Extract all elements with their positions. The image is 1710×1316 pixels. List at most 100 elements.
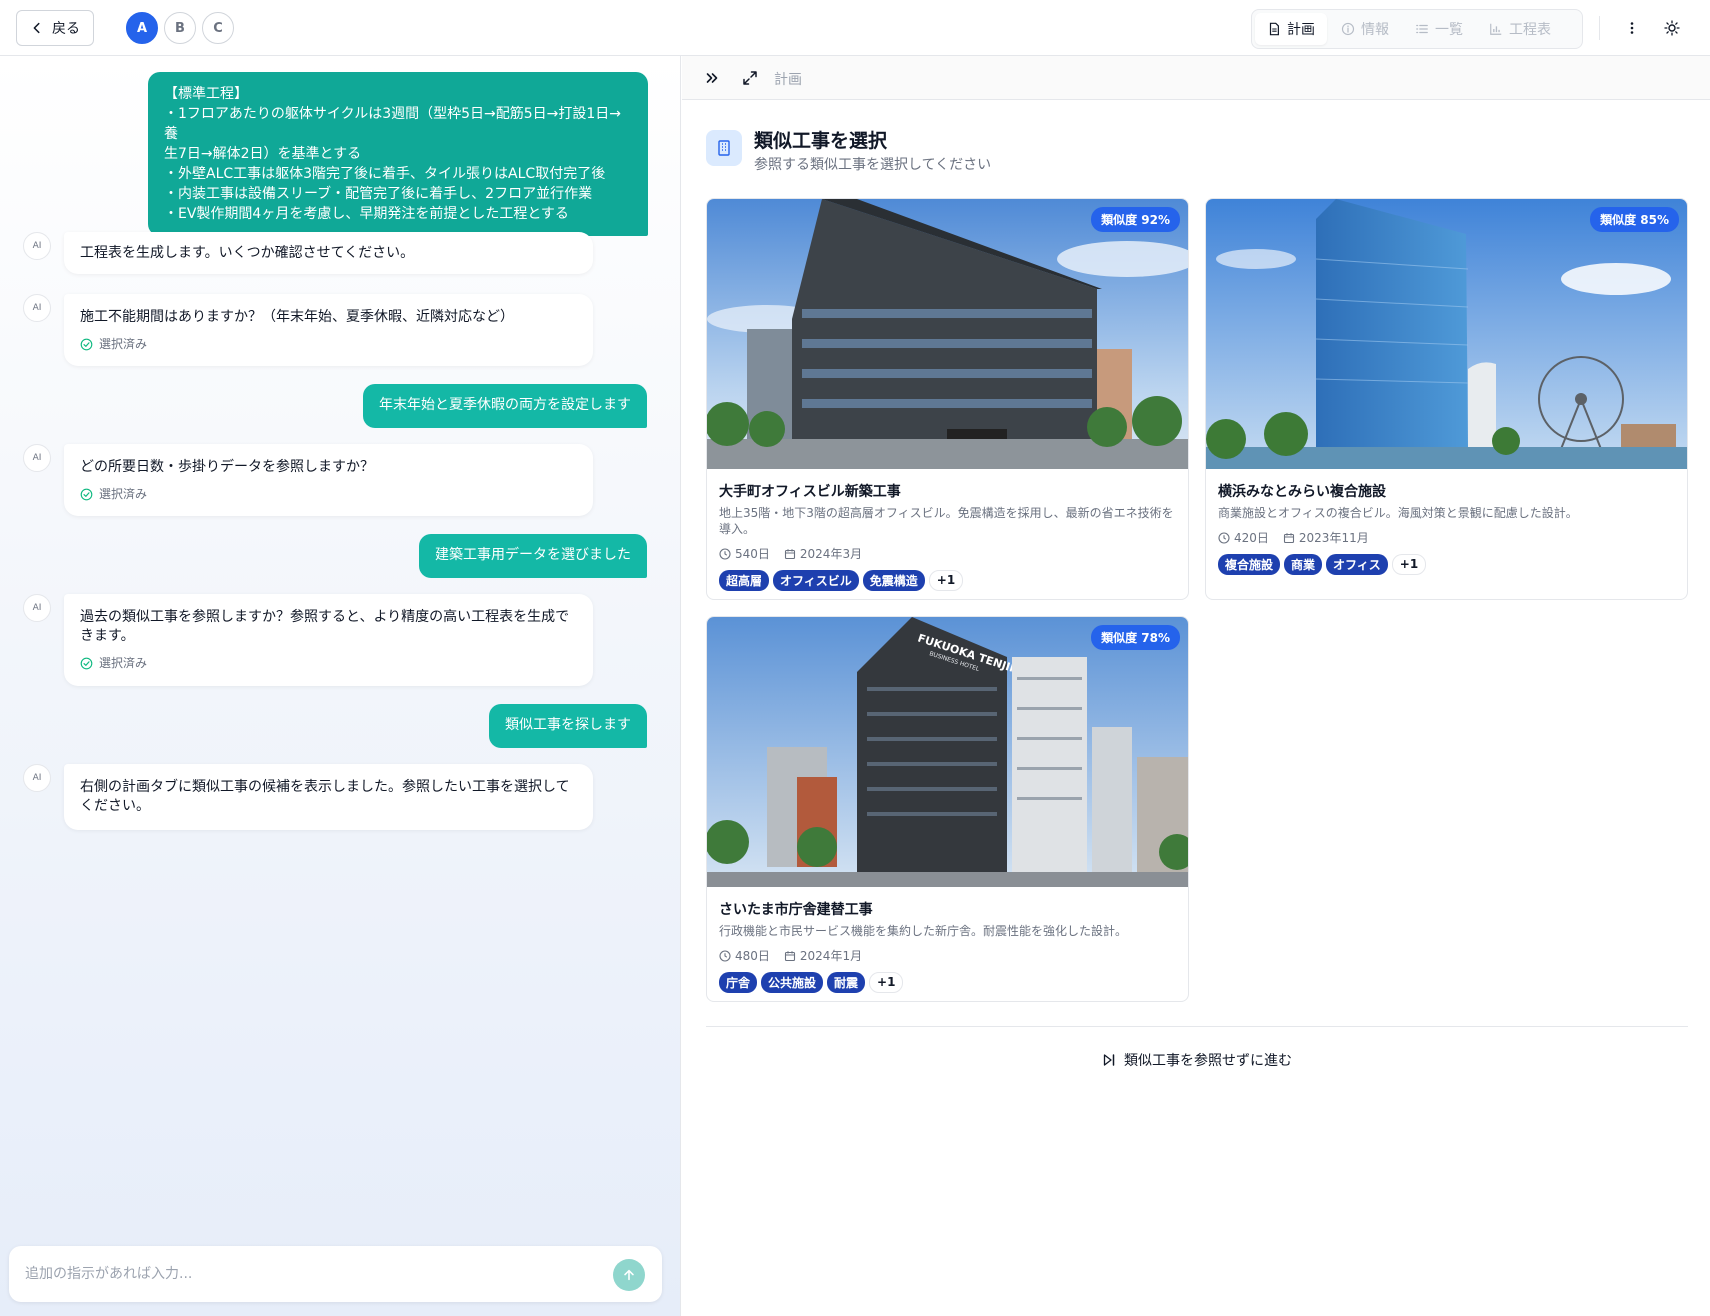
- panel-toolbar: 計画: [682, 56, 1710, 100]
- clock-icon: [719, 547, 731, 560]
- similarity-badge: 類似度 92%: [1091, 207, 1180, 232]
- similarity-badge: 類似度 78%: [1091, 625, 1180, 650]
- card-description: 商業施設とオフィスの複合ビル。海風対策と景観に配慮した設計。: [1218, 505, 1675, 521]
- tag: 耐震: [827, 972, 866, 993]
- theme-toggle-button[interactable]: [1658, 14, 1686, 42]
- more-menu-button[interactable]: [1618, 14, 1646, 42]
- tag-more: +1: [869, 972, 904, 993]
- info-icon: [1341, 22, 1355, 36]
- duration-value: 420日: [1234, 531, 1269, 545]
- selected-label: 選択済み: [99, 487, 148, 501]
- back-button[interactable]: 戻る: [16, 10, 94, 46]
- view-tabs: 計画 情報 一覧 工程表: [1251, 9, 1583, 49]
- card-body: 横浜みなとみらい複合施設 商業施設とオフィスの複合ビル。海風対策と景観に配慮した…: [1206, 469, 1687, 585]
- check-circle-icon: [80, 488, 93, 501]
- chevron-left-icon: [33, 22, 40, 34]
- completion-date: 2023年11月: [1283, 529, 1369, 546]
- date-value: 2023年11月: [1298, 531, 1369, 545]
- selected-label: 選択済み: [99, 656, 148, 670]
- clock-icon: [719, 949, 731, 962]
- calendar-icon: [784, 548, 795, 559]
- maximize-icon: [743, 71, 757, 85]
- selected-status: 選択済み: [80, 335, 577, 354]
- skip-similar-button[interactable]: 類似工事を参照せずに進む: [1102, 1050, 1292, 1070]
- duration-value: 480日: [735, 949, 770, 963]
- version-b-button[interactable]: B: [164, 12, 196, 44]
- project-card-otemachi[interactable]: 類似度 92% 大手町オフィスビル新築工事 地上35階・地下3階の超高層オフィス…: [706, 198, 1189, 600]
- ai-message: 施工不能期間はありますか？（年末年始、夏季休暇、近隣対応など） 選択済み: [64, 294, 593, 366]
- project-card-saitama[interactable]: FUKUOKA TENJIN BUSINESS HOTEL 類似度 78% さい…: [706, 616, 1189, 1002]
- ai-avatar: AI: [23, 444, 51, 472]
- message-line: ・内装工事は設備スリーブ・配管完了後に着手し、2フロア並行作業: [164, 186, 593, 202]
- version-c-button[interactable]: C: [202, 12, 234, 44]
- message-line: 【標準工程】: [164, 86, 248, 102]
- tag-list: 庁舎 公共施設 耐震 +1: [719, 972, 1176, 993]
- calendar-icon: [784, 950, 795, 961]
- top-bar: 戻る A B C 計画 情報 一覧 工程表: [0, 0, 1710, 56]
- project-card-yokohama[interactable]: 類似度 85% 横浜みなとみらい複合施設 商業施設とオフィスの複合ビル。海風対策…: [1205, 198, 1688, 600]
- tag: 超高層: [719, 570, 770, 591]
- message-text: 施工不能期間はありますか？（年末年始、夏季休暇、近隣対応など）: [80, 309, 514, 325]
- more-vertical-icon: [1630, 22, 1634, 34]
- description-line: 地上35階・地下3階の超高層オフィスビル。免震構造を採用し、最新の省エネ技術を: [719, 506, 1174, 520]
- ai-avatar: AI: [23, 594, 51, 622]
- check-circle-icon: [80, 657, 93, 670]
- tab-schedule-label: 工程表: [1509, 22, 1551, 38]
- tab-info[interactable]: 情報: [1329, 13, 1401, 45]
- ai-message: どの所要日数・歩掛りデータを参照しますか？ 選択済み: [64, 444, 593, 516]
- card-meta: 480日 2024年1月: [719, 947, 1176, 964]
- duration-value: 540日: [735, 547, 770, 561]
- card-title: 横浜みなとみらい複合施設: [1218, 484, 1386, 500]
- date-value: 2024年1月: [799, 949, 863, 963]
- tab-plan[interactable]: 計画: [1255, 13, 1327, 45]
- tab-list[interactable]: 一覧: [1403, 13, 1475, 45]
- ai-avatar: AI: [23, 294, 51, 322]
- tag: 公共施設: [761, 972, 824, 993]
- completion-date: 2024年3月: [784, 545, 862, 562]
- panel-breadcrumb: 計画: [774, 72, 802, 88]
- document-icon: [1269, 22, 1279, 36]
- card-meta: 540日 2024年3月: [719, 545, 1176, 562]
- double-chevron-right-icon: [706, 73, 718, 83]
- tag-more: +1: [1391, 554, 1427, 575]
- ai-avatar: AI: [23, 764, 51, 792]
- user-message: 【標準工程】 ・1フロアあたりの躯体サイクルは3週間（型枠5日→配筋5日→打設1…: [148, 72, 648, 236]
- message-line: ・1フロアあたりの躯体サイクルは3週間（型枠5日→配筋5日→打設1日→養: [164, 106, 622, 142]
- sun-icon: [1664, 20, 1680, 36]
- message-text: 過去の類似工事を参照しますか？参照すると、より精度の高い工程表を生成できます。: [80, 609, 570, 644]
- card-description: 地上35階・地下3階の超高層オフィスビル。免震構造を採用し、最新の省エネ技術を …: [719, 505, 1176, 537]
- tag: 免震構造: [862, 570, 925, 591]
- tab-schedule[interactable]: 工程表: [1477, 13, 1563, 45]
- tag: 複合施設: [1218, 554, 1281, 575]
- ai-avatar: AI: [23, 232, 51, 260]
- description-line: 行政機能と市民サービス機能を集約した新庁舎。耐震性能を強化した設計。: [719, 924, 1128, 938]
- message-text: 類似工事を探します: [505, 717, 631, 733]
- version-a-button[interactable]: A: [126, 12, 158, 44]
- similarity-badge: 類似度 85%: [1590, 207, 1679, 232]
- chat-panel: 【標準工程】 ・1フロアあたりの躯体サイクルは3週間（型枠5日→配筋5日→打設1…: [0, 56, 681, 1316]
- bar-chart-icon: [1490, 23, 1502, 35]
- tag: オフィス: [1326, 554, 1388, 575]
- collapse-panel-button[interactable]: [702, 68, 722, 88]
- description-line: 商業施設とオフィスの複合ビル。海風対策と景観に配慮した設計。: [1218, 506, 1578, 520]
- message-input[interactable]: [25, 1262, 585, 1286]
- section-title: 類似工事を選択: [754, 130, 888, 152]
- project-photo: FUKUOKA TENJIN BUSINESS HOTEL 類似度 78%: [707, 617, 1188, 887]
- send-button[interactable]: [613, 1259, 645, 1291]
- tab-list-label: 一覧: [1435, 22, 1463, 38]
- selected-status: 選択済み: [80, 654, 577, 673]
- check-circle-icon: [80, 338, 93, 351]
- card-meta: 420日 2023年11月: [1218, 529, 1675, 546]
- tab-plan-label: 計画: [1287, 22, 1315, 38]
- date-value: 2024年3月: [799, 547, 863, 561]
- clock-icon: [1218, 531, 1230, 544]
- message-text: 建築工事用データを選びました: [435, 547, 631, 563]
- card-description: 行政機能と市民サービス機能を集約した新庁舎。耐震性能を強化した設計。: [719, 923, 1176, 939]
- expand-panel-button[interactable]: [740, 68, 760, 88]
- message-line: 生7日→解体2日）を基準とする: [164, 146, 362, 162]
- project-photo: 類似度 92%: [707, 199, 1188, 469]
- tag-list: 複合施設 商業 オフィス +1: [1218, 554, 1675, 575]
- tag: オフィスビル: [773, 570, 859, 591]
- skip-label: 類似工事を参照せずに進む: [1124, 1053, 1292, 1069]
- list-icon: [1416, 24, 1428, 34]
